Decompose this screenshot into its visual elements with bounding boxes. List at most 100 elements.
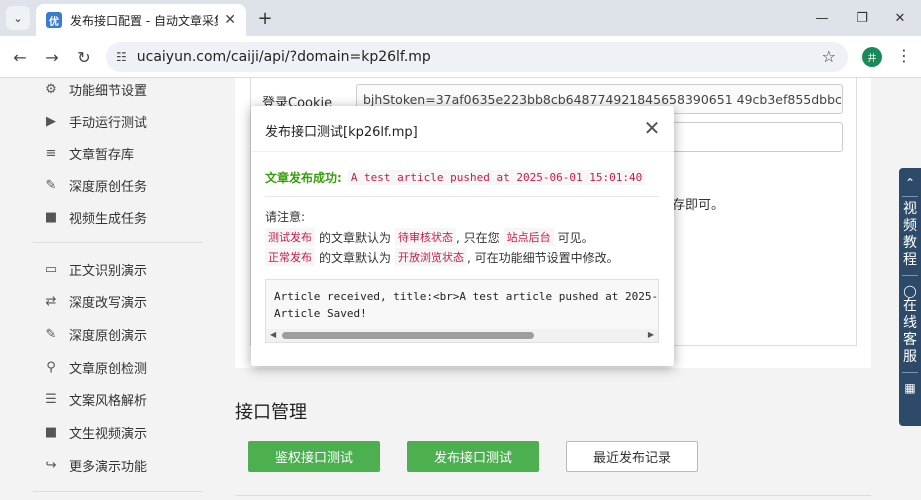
sidebar-item-text-recognition-demo[interactable]: ▭ 正文识别演示 bbox=[43, 258, 147, 280]
panel-divider bbox=[902, 196, 918, 197]
collapse-up-icon[interactable]: ⌃ bbox=[905, 176, 915, 190]
video-icon: ■ bbox=[44, 209, 58, 225]
dialog-header: 发布接口测试[kp26lf.mp] ✕ bbox=[251, 106, 674, 152]
gears-icon: ⚙ bbox=[45, 81, 57, 97]
favicon-icon: 优 bbox=[46, 12, 62, 28]
back-icon[interactable]: ← bbox=[8, 45, 32, 69]
code-test-publish: 测试发布 bbox=[265, 228, 315, 246]
play-icon: ▶ bbox=[46, 113, 56, 129]
sidebar-item-label: 视频生成任务 bbox=[69, 211, 148, 227]
browser-tab-bar: ⌄ 优 发布接口配置 - 自动文章采集器 ✕ + — ❐ ✕ bbox=[0, 0, 921, 36]
sidebar-item-label: 深度原创演示 bbox=[69, 328, 148, 344]
sidebar-item-label: 文章原创检测 bbox=[69, 361, 148, 377]
minimize-icon[interactable]: — bbox=[800, 0, 844, 36]
floating-help-panel: ⌃ 视频教程 ◯ 在线客服 ▦ bbox=[899, 168, 921, 426]
list-icon: ☰ bbox=[45, 391, 57, 407]
dialog-title: 发布接口测试[kp26lf.mp] bbox=[265, 125, 418, 140]
video-icon: ■ bbox=[44, 424, 58, 440]
response-output[interactable]: Article received, title:<br>A test artic… bbox=[265, 279, 659, 343]
sidebar-item-more-demos[interactable]: ↪ 更多演示功能 bbox=[43, 454, 147, 476]
browser-menu-icon[interactable]: ⋮ bbox=[896, 46, 912, 66]
success-label: 文章发布成功: bbox=[265, 171, 342, 185]
horizontal-scrollbar[interactable]: ◀ ▶ bbox=[266, 329, 658, 342]
note-text: , 只在您 bbox=[456, 230, 500, 245]
sidebar-item-original-check[interactable]: ⚲ 文章原创检测 bbox=[43, 356, 147, 378]
success-message: 文章发布成功: A test article pushed at 2025-06… bbox=[265, 169, 646, 186]
note-text: 的文章默认为 bbox=[319, 230, 392, 245]
note-heading: 请注意: bbox=[265, 210, 306, 224]
code-pending-review: 待审核状态 bbox=[395, 228, 457, 246]
sidebar-divider bbox=[33, 242, 203, 243]
edit-icon: ✎ bbox=[45, 177, 57, 193]
sidebar-item-label: 功能细节设置 bbox=[69, 83, 148, 99]
code-site-backend: 站点后台 bbox=[503, 228, 554, 246]
search-icon: ⚲ bbox=[46, 359, 56, 375]
form-note-text: 存即可。 bbox=[672, 198, 725, 213]
note-text: , 可在功能细节设置中修改。 bbox=[467, 250, 619, 265]
recent-records-button[interactable]: 最近发布记录 bbox=[566, 441, 698, 472]
reload-icon[interactable]: ↻ bbox=[72, 45, 96, 69]
response-line: Article received, title:<br>A test artic… bbox=[274, 290, 659, 303]
url-text: ucaiyun.com/caiji/api/?domain=kp26lf.mp bbox=[136, 49, 431, 65]
sidebar-item-label: 文案风格解析 bbox=[69, 393, 148, 409]
panel-divider bbox=[902, 275, 918, 276]
sidebar-item-feature-settings[interactable]: ⚙ 功能细节设置 bbox=[43, 78, 147, 100]
sidebar-item-original-demo[interactable]: ✎ 深度原创演示 bbox=[43, 323, 147, 345]
section-divider bbox=[235, 495, 871, 496]
sidebar-item-rewrite-demo[interactable]: ⇄ 深度改写演示 bbox=[43, 290, 147, 312]
sidebar-item-label: 文章暂存库 bbox=[69, 147, 135, 163]
sidebar-item-label: 深度原创任务 bbox=[69, 179, 148, 195]
sidebar-item-video-task[interactable]: ■ 视频生成任务 bbox=[43, 206, 147, 228]
scroll-right-icon[interactable]: ▶ bbox=[648, 330, 654, 339]
code-normal-publish: 正常发布 bbox=[265, 248, 315, 266]
chat-icon: ◯ bbox=[903, 284, 917, 298]
scroll-left-icon[interactable]: ◀ bbox=[270, 330, 276, 339]
sidebar-item-label: 深度改写演示 bbox=[69, 295, 148, 311]
sidebar-item-style-analysis[interactable]: ☰ 文案风格解析 bbox=[43, 388, 147, 410]
tab-search-dropdown-icon[interactable]: ⌄ bbox=[6, 6, 30, 30]
publish-test-button[interactable]: 发布接口测试 bbox=[407, 441, 539, 472]
bookmark-star-icon[interactable]: ☆ bbox=[822, 47, 836, 66]
publish-test-dialog: 发布接口测试[kp26lf.mp] ✕ 文章发布成功: A test artic… bbox=[251, 106, 674, 366]
profile-avatar[interactable]: 井 bbox=[862, 47, 882, 67]
close-icon[interactable]: ✕ bbox=[641, 118, 663, 140]
share-icon: ↪ bbox=[45, 457, 57, 473]
tab-close-icon[interactable]: ✕ bbox=[224, 12, 236, 28]
section-title: 接口管理 bbox=[235, 402, 307, 423]
refresh-icon: ⇄ bbox=[45, 293, 57, 309]
url-field[interactable]: ☷ ucaiyun.com/caiji/api/?domain=kp26lf.m… bbox=[106, 42, 848, 72]
sidebar-item-text-to-video-demo[interactable]: ■ 文生视频演示 bbox=[43, 421, 147, 443]
sidebar-divider bbox=[33, 491, 203, 492]
sidebar-item-article-storage[interactable]: ≡ 文章暂存库 bbox=[43, 142, 134, 164]
code-open-browse: 开放浏览状态 bbox=[395, 248, 468, 266]
sidebar-item-label: 文生视频演示 bbox=[69, 426, 148, 442]
window-close-icon[interactable]: ✕ bbox=[878, 0, 921, 36]
site-info-icon[interactable]: ☷ bbox=[116, 50, 127, 64]
note-text: 的文章默认为 bbox=[319, 250, 392, 265]
monitor-icon: ▭ bbox=[44, 261, 58, 277]
sidebar-item-deep-original-task[interactable]: ✎ 深度原创任务 bbox=[43, 174, 147, 196]
dialog-divider bbox=[265, 196, 659, 197]
browser-tab[interactable]: 优 发布接口配置 - 自动文章采集器 ✕ bbox=[36, 4, 246, 36]
address-bar-row: ← → ↻ ☷ ucaiyun.com/caiji/api/?domain=kp… bbox=[0, 36, 921, 78]
new-tab-icon[interactable]: + bbox=[254, 7, 276, 29]
online-service-link[interactable]: 在线客服 bbox=[903, 298, 917, 366]
sidebar-item-manual-run[interactable]: ▶ 手动运行测试 bbox=[43, 110, 147, 132]
sidebar-item-label: 手动运行测试 bbox=[69, 115, 148, 131]
edit-icon: ✎ bbox=[45, 326, 57, 342]
tab-title: 发布接口配置 - 自动文章采集器 bbox=[70, 13, 218, 28]
panel-divider bbox=[902, 372, 918, 373]
qrcode-icon[interactable]: ▦ bbox=[904, 381, 915, 395]
auth-test-button[interactable]: 鉴权接口测试 bbox=[248, 441, 380, 472]
success-detail: A test article pushed at 2025-06-01 15:0… bbox=[347, 170, 646, 185]
note-text: 可见。 bbox=[557, 230, 594, 245]
sidebar-item-label: 更多演示功能 bbox=[69, 459, 148, 475]
response-line: Article Saved! bbox=[274, 307, 367, 320]
note-line-test-publish: 测试发布 的文章默认为 待审核状态 , 只在您 站点后台 可见。 bbox=[265, 228, 594, 246]
scrollbar-thumb[interactable] bbox=[282, 332, 534, 339]
video-tutorial-link[interactable]: 视频教程 bbox=[903, 201, 917, 269]
database-icon: ≡ bbox=[45, 145, 57, 161]
note-line-normal-publish: 正常发布 的文章默认为 开放浏览状态 , 可在功能细节设置中修改。 bbox=[265, 248, 619, 266]
forward-icon[interactable]: → bbox=[40, 45, 64, 69]
sidebar: ⚙ 功能细节设置 ▶ 手动运行测试 ≡ 文章暂存库 ✎ 深度原创任务 ■ 视频生… bbox=[33, 78, 203, 500]
